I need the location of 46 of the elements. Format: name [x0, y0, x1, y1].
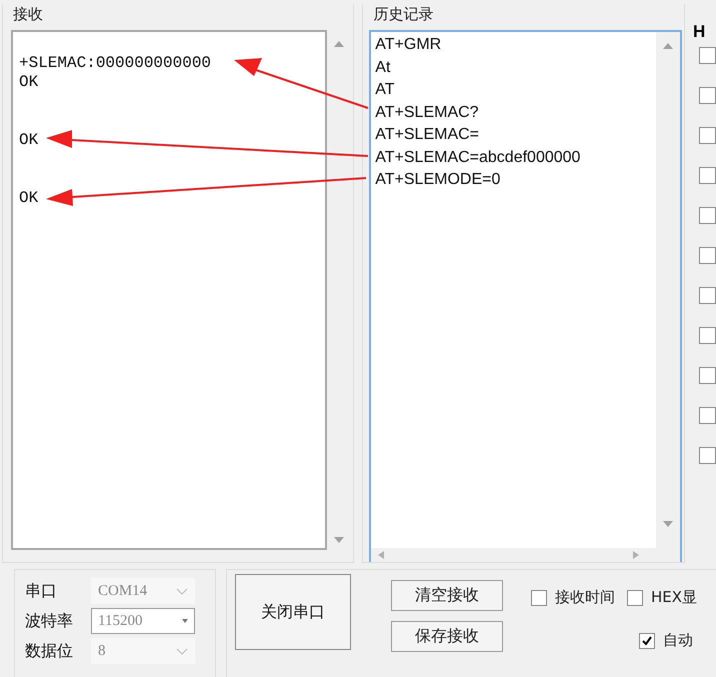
caret-icon[interactable]: [182, 619, 188, 623]
dropdown[interactable]: 115200: [91, 608, 195, 634]
field-label: 串口: [25, 580, 58, 602]
checkbox[interactable]: [699, 327, 716, 344]
checkbox[interactable]: [699, 47, 716, 64]
scroll-down-icon[interactable]: [333, 536, 346, 544]
receive-button[interactable]: 保存接收: [391, 621, 503, 652]
checkbox[interactable]: [699, 87, 716, 104]
receive-line: OK: [19, 131, 38, 150]
receive-line: OK: [19, 189, 38, 208]
history-item[interactable]: AT+SLEMAC?: [375, 102, 652, 124]
scroll-right-icon[interactable]: [632, 550, 640, 560]
checkbox[interactable]: [699, 247, 716, 264]
checkbox[interactable]: [699, 407, 716, 424]
receive-line: OK: [19, 73, 38, 93]
field-label: 波特率: [25, 610, 74, 632]
scroll-up-icon[interactable]: [662, 42, 674, 50]
history-item[interactable]: AT: [375, 79, 652, 102]
receive-line: +SLEMAC:000000000000: [19, 54, 212, 74]
group-title: 接收: [11, 4, 45, 24]
column-heading: H: [693, 24, 706, 40]
checkbox-label: 接收时间: [555, 588, 615, 607]
checkbox[interactable]: [699, 447, 716, 464]
checkbox[interactable]: [627, 590, 643, 606]
close-port-button[interactable]: 关闭串口: [235, 574, 351, 650]
history-item[interactable]: AT+SLEMODE=0: [375, 169, 652, 192]
checkbox[interactable]: [699, 207, 716, 224]
history-item[interactable]: AT+SLEMAC=: [375, 124, 652, 146]
history-list[interactable]: AT+GMR At AT AT+SLEMAC? AT+SLEMAC= AT+SLEMAC=abcdef000000 AT+SLEMODE=0: [369, 30, 682, 562]
scroll-left-icon[interactable]: [377, 550, 386, 560]
history-item[interactable]: AT+SLEMAC=abcdef000000: [375, 146, 652, 169]
history-item[interactable]: AT+GMR: [375, 34, 652, 56]
group-title: 历史记录: [371, 4, 436, 24]
scroll-up-icon[interactable]: [333, 40, 346, 48]
checkbox-label: 自动: [663, 631, 693, 650]
checkbox[interactable]: [699, 167, 716, 184]
history-item[interactable]: At: [375, 56, 652, 79]
receive-button[interactable]: 清空接收: [391, 580, 503, 611]
field-label: 数据位: [25, 640, 74, 662]
checkbox[interactable]: [639, 632, 655, 648]
checkbox-label: HEX显: [651, 588, 698, 607]
checkbox[interactable]: [699, 367, 716, 384]
checkbox[interactable]: [531, 590, 547, 606]
checkbox[interactable]: [699, 127, 716, 144]
checkbox[interactable]: [699, 287, 716, 304]
scroll-down-icon[interactable]: [662, 520, 674, 528]
